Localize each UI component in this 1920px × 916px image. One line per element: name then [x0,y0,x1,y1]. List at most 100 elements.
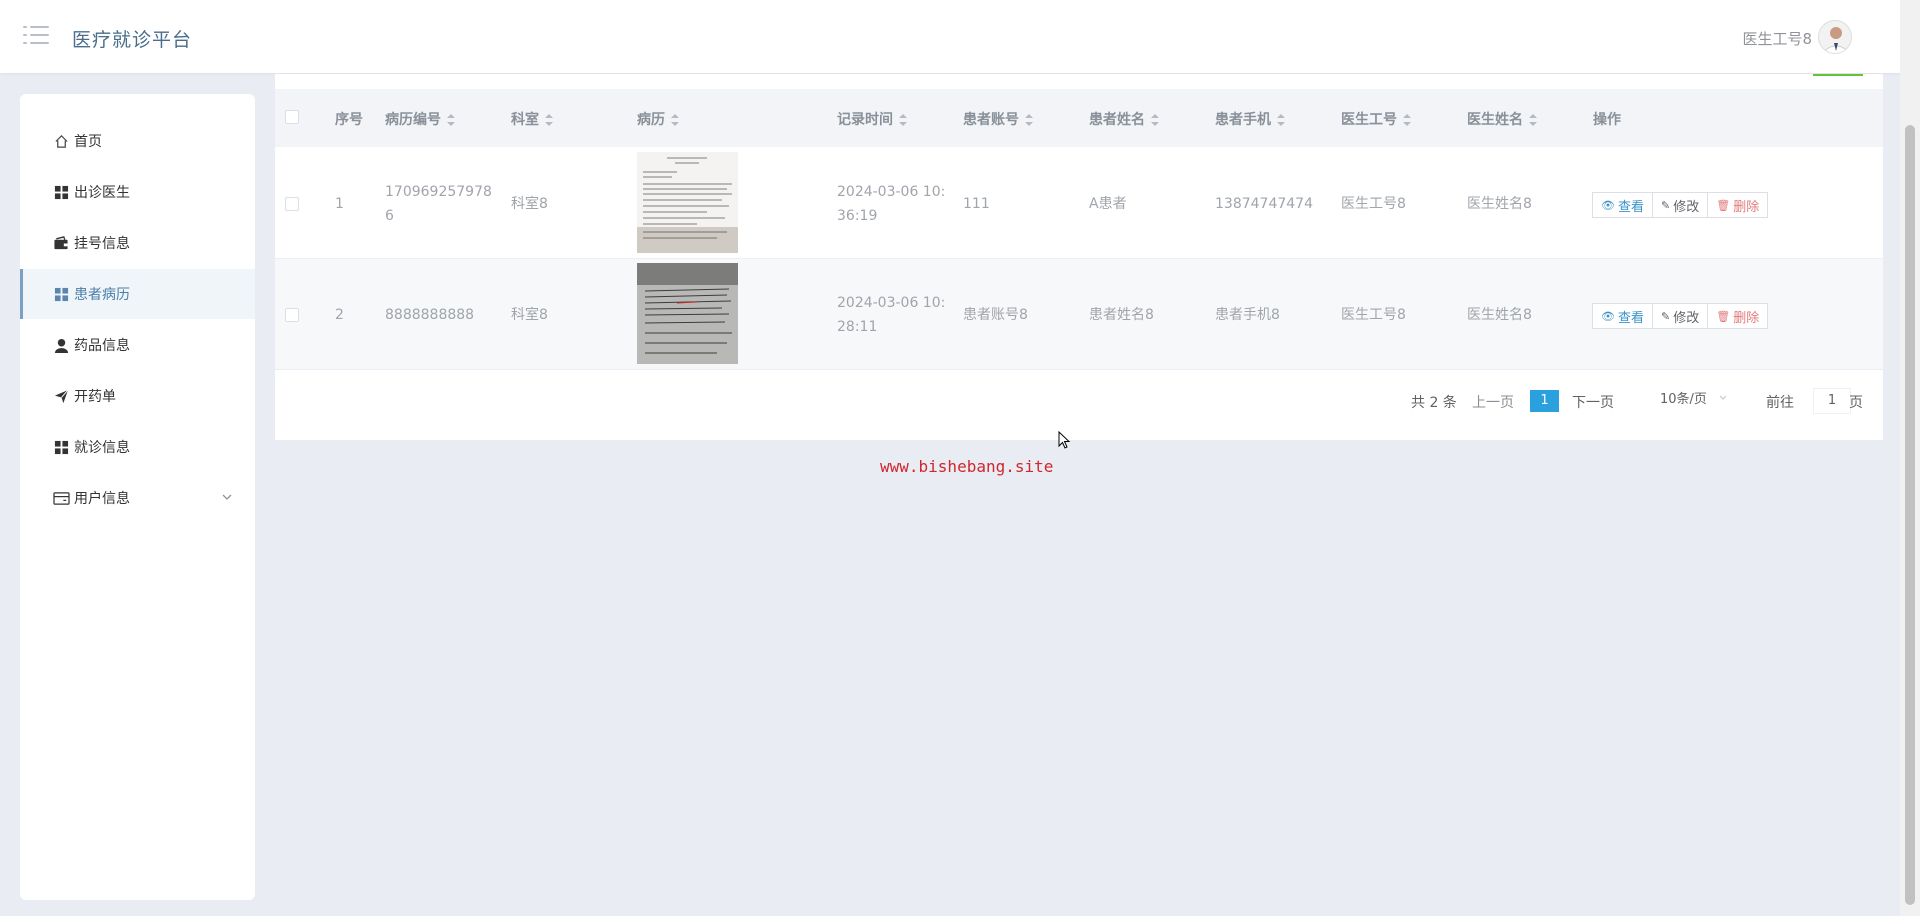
delete-button[interactable]: 🗑 删除 [1707,192,1769,218]
user-name[interactable]: 医生工号8 [1742,28,1812,49]
sidebar-item-label: 患者病历 [74,287,130,303]
page-size-value: 10条/页 [1660,392,1707,407]
sort-icon[interactable] [1403,114,1411,126]
sort-icon[interactable] [1151,114,1159,126]
goto-label: 前往 [1766,395,1794,411]
column-header-department[interactable]: 科室 [511,109,553,129]
sidebar: 首页 出诊医生 挂号信息 患者病历 药品信息 开药单 就诊信息 用户信息 [20,94,255,900]
grid-icon [52,183,70,201]
record-time-line: 28:11 [837,319,878,335]
patient-account: 患者账号8 [963,307,1028,323]
chevron-down-icon[interactable] [221,491,233,507]
row-checkbox[interactable] [285,197,299,211]
sidebar-item-doctors[interactable]: 出诊医生 [20,167,255,217]
app-title: 医疗就诊平台 [72,29,193,51]
avatar[interactable] [1818,20,1852,54]
row-actions: 👁 查看 ✎ 修改 🗑 删除 [1592,303,1769,329]
column-header-patient-phone[interactable]: 患者手机 [1215,109,1285,129]
page-scrollbar[interactable] [1900,0,1920,916]
delete-button-label: 删除 [1733,310,1760,326]
top-header: 医疗就诊平台 医生工号8 [0,0,1900,73]
home-icon [52,132,70,150]
goto-page-input[interactable]: 1 [1813,388,1851,414]
pagination-current-page[interactable]: 1 [1530,390,1559,412]
patient-name: A患者 [1089,196,1127,212]
doctor-name: 医生姓名8 [1467,307,1532,323]
pagination-prev[interactable]: 上一页 [1472,392,1514,412]
column-header-label: 病历编号 [385,112,441,128]
column-header-doctor-name[interactable]: 医生姓名 [1467,109,1537,129]
view-button[interactable]: 👁 查看 [1592,303,1653,329]
chevron-down-icon [1718,386,1728,414]
eye-icon: 👁 [1601,309,1615,323]
sidebar-item-label: 开药单 [74,389,116,405]
edit-button-label: 修改 [1673,310,1700,326]
table-header: 序号 病历编号 科室 病历 记录时间 患者账号 患者姓名 患者手机 医生工号 医… [275,89,1883,147]
column-header-label: 科室 [511,112,539,128]
goto-suffix: 页 [1849,395,1863,411]
table-row: 1 170969257978 6 科室8 2024-03-06 10: 36:19 … [275,148,1883,259]
add-button-edge[interactable] [1813,74,1863,76]
record-image[interactable] [637,263,738,364]
edit-button-label: 修改 [1673,199,1700,215]
sidebar-item-label: 用户信息 [74,491,130,507]
sort-icon[interactable] [545,114,553,126]
sort-icon[interactable] [1529,114,1537,126]
column-header-doctor-id[interactable]: 医生工号 [1341,109,1411,129]
record-image[interactable] [637,152,738,253]
send-icon [52,387,70,405]
sidebar-item-visits[interactable]: 就诊信息 [20,422,255,472]
column-header-record[interactable]: 病历 [637,109,679,129]
record-number: 170969257978 6 [385,180,492,228]
sidebar-item-users[interactable]: 用户信息 [20,473,255,523]
column-header-label: 医生工号 [1341,112,1397,128]
sort-icon[interactable] [1277,114,1285,126]
column-header-time[interactable]: 记录时间 [837,109,907,129]
department: 科室8 [511,307,548,323]
records-panel: 序号 病历编号 科室 病历 记录时间 患者账号 患者姓名 患者手机 医生工号 医… [275,74,1883,440]
edit-button[interactable]: ✎ 修改 [1651,303,1709,329]
doctor-name: 医生姓名8 [1467,196,1532,212]
column-header-label: 记录时间 [837,112,893,128]
edit-button[interactable]: ✎ 修改 [1651,192,1709,218]
row-checkbox[interactable] [285,308,299,322]
edit-icon: ✎ [1660,309,1671,323]
column-header-patient-account[interactable]: 患者账号 [963,109,1033,129]
column-header-label: 患者手机 [1215,112,1271,128]
select-all-checkbox[interactable] [285,110,299,124]
row-index: 2 [335,307,344,323]
patient-name: 患者姓名8 [1089,307,1154,323]
record-number-line: 6 [385,208,394,224]
eye-icon: 👁 [1601,198,1615,212]
scrollbar-thumb[interactable] [1905,125,1915,905]
column-header-label: 患者账号 [963,112,1019,128]
sort-icon[interactable] [1025,114,1033,126]
sidebar-item-medicine[interactable]: 药品信息 [20,320,255,370]
column-header-label: 患者姓名 [1089,112,1145,128]
doctor-id: 医生工号8 [1341,196,1406,212]
menu-toggle-icon[interactable] [23,24,49,46]
sort-icon[interactable] [447,114,455,126]
column-header-patient-name[interactable]: 患者姓名 [1089,109,1159,129]
sidebar-item-prescription[interactable]: 开药单 [20,371,255,421]
sidebar-item-registration[interactable]: 挂号信息 [20,218,255,268]
sort-icon[interactable] [671,114,679,126]
sidebar-item-home[interactable]: 首页 [20,116,255,166]
column-header-record-no[interactable]: 病历编号 [385,109,455,129]
wallet-icon [52,234,70,252]
doctor-id: 医生工号8 [1341,307,1406,323]
sort-icon[interactable] [899,114,907,126]
department: 科室8 [511,196,548,212]
delete-button[interactable]: 🗑 删除 [1707,303,1769,329]
page-size-select[interactable]: 10条/页 [1648,386,1736,414]
record-number-line: 170969257978 [385,184,492,200]
trash-icon: 🗑 [1716,309,1731,323]
sidebar-item-label: 首页 [74,134,102,150]
sidebar-item-label: 就诊信息 [74,440,130,456]
sidebar-item-patient-records[interactable]: 患者病历 [20,269,255,319]
record-time: 2024-03-06 10: 28:11 [837,291,945,339]
table-row: 2 8888888888 科室8 2024-03-06 10: 28:11 患者账… [275,259,1883,370]
view-button[interactable]: 👁 查看 [1592,192,1653,218]
pagination-next[interactable]: 下一页 [1572,392,1614,412]
sidebar-item-label: 挂号信息 [74,236,130,252]
